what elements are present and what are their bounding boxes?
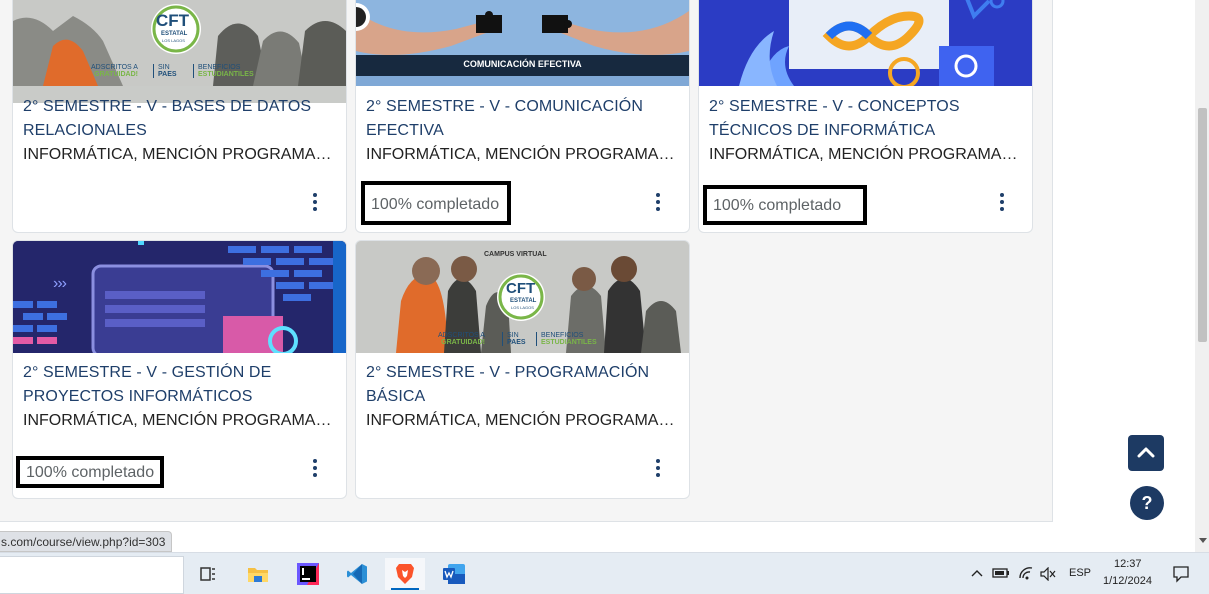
course-card[interactable]: 2° SEMESTRE - V - CONCEPTOS TÉCNICOS DE …: [698, 0, 1033, 233]
course-image[interactable]: COMUNICACIÓN EFECTIVA: [356, 0, 689, 86]
file-explorer-icon[interactable]: [238, 558, 278, 590]
kebab-icon[interactable]: [653, 459, 663, 477]
course-title[interactable]: 2° SEMESTRE - V - PROGRAMACIÓN BÁSICA: [366, 361, 678, 409]
chevron-up-icon[interactable]: [971, 568, 983, 578]
cft-logo-sub2: LOS LAGOS: [511, 305, 534, 310]
intellij-icon[interactable]: [288, 558, 328, 590]
taskbar: ESP 12:37 1/12/2024: [0, 552, 1209, 594]
cft-logo-text: CFT: [506, 280, 536, 297]
course-card[interactable]: COMUNICACIÓN EFECTIVA 2° SEMESTRE - V - …: [355, 0, 690, 233]
course-title[interactable]: 2° SEMESTRE - V - GESTIÓN DE PROYECTOS I…: [23, 361, 335, 409]
kebab-icon[interactable]: [653, 193, 663, 211]
word-icon[interactable]: [434, 558, 474, 590]
clock-date[interactable]: 1/12/2024: [1103, 575, 1152, 587]
course-category: INFORMÁTICA, MENCIÓN PROGRAMACIÓN: [366, 412, 678, 429]
kebab-icon[interactable]: [310, 193, 320, 211]
cft-logo-text: CFT: [156, 11, 190, 30]
course-progress: 100% completado: [361, 181, 511, 225]
status-bar-url: s.com/course/view.php?id=303: [0, 531, 173, 552]
course-overview-page: CFT ESTATAL LOS LAGOS ADSCRITOS A GRATUI…: [0, 0, 1053, 522]
course-category: INFORMÁTICA, MENCIÓN PROGRAMACIÓN: [23, 412, 335, 429]
kebab-icon[interactable]: [997, 193, 1007, 211]
chevrons-icon: ›››: [53, 275, 67, 292]
footer-paes: SIN PAES: [153, 64, 177, 78]
footer-gratuidad: ADSCRITOS A GRATUIDAD!: [91, 64, 138, 78]
campus-virtual-header: CAMPUS VIRTUAL: [484, 251, 547, 258]
speaker-muted-icon[interactable]: [1040, 567, 1056, 581]
course-image-banner: COMUNICACIÓN EFECTIVA: [463, 59, 582, 69]
course-progress: 100% completado: [16, 456, 164, 488]
clock-time[interactable]: 12:37: [1114, 558, 1142, 570]
language-indicator[interactable]: ESP: [1069, 567, 1091, 579]
taskbar-search-box[interactable]: [0, 556, 184, 594]
kebab-icon[interactable]: [310, 459, 320, 477]
course-image[interactable]: ›››: [13, 241, 346, 353]
scrollbar-thumb[interactable]: [1198, 108, 1207, 342]
cft-logo-sub2: LOS LAGOS: [162, 38, 185, 43]
cft-logo-sub: ESTATAL: [161, 31, 188, 37]
scroll-down-arrow-icon[interactable]: [1199, 538, 1207, 543]
course-title[interactable]: 2° SEMESTRE - V - BASES DE DATOS RELACIO…: [23, 95, 335, 143]
footer-beneficios: BENEFICIOS ESTUDIANTILES: [536, 332, 597, 346]
course-category: INFORMÁTICA, MENCIÓN PROGRAMACIÓN: [23, 146, 335, 163]
footer-gratuidad: ADSCRITOS A GRATUIDAD!: [438, 332, 485, 346]
brave-icon[interactable]: [385, 558, 425, 590]
footer-paes: SIN PAES: [502, 332, 526, 346]
course-title[interactable]: 2° SEMESTRE - V - COMUNICACIÓN EFECTIVA: [366, 95, 678, 143]
cft-logo-sub: ESTATAL: [510, 298, 537, 304]
course-category: INFORMÁTICA, MENCIÓN PROGRAMACIÓN: [366, 146, 678, 163]
battery-icon[interactable]: [992, 567, 1010, 579]
course-image[interactable]: CAMPUS VIRTUAL CFT ESTATAL LOS LAGOS ADS…: [356, 241, 689, 353]
course-category: INFORMÁTICA, MENCIÓN PROGRAMACIÓN: [709, 146, 1021, 163]
wifi-icon[interactable]: [1018, 567, 1034, 581]
chevron-up-icon: [1137, 447, 1155, 458]
course-image[interactable]: CFT ESTATAL LOS LAGOS ADSCRITOS A GRATUI…: [13, 0, 346, 103]
course-card[interactable]: CAMPUS VIRTUAL CFT ESTATAL LOS LAGOS ADS…: [355, 240, 690, 499]
footer-beneficios: BENEFICIOS ESTUDIANTILES: [193, 64, 254, 78]
course-progress: 100% completado: [703, 185, 867, 225]
course-title[interactable]: 2° SEMESTRE - V - CONCEPTOS TÉCNICOS DE …: [709, 95, 1021, 143]
course-card[interactable]: CFT ESTATAL LOS LAGOS ADSCRITOS A GRATUI…: [12, 0, 347, 233]
help-button[interactable]: ?: [1130, 486, 1164, 520]
course-image[interactable]: [699, 0, 1032, 86]
back-to-top-button[interactable]: [1128, 435, 1164, 471]
vscode-icon[interactable]: [337, 558, 377, 590]
course-card[interactable]: ››› 2° SEMESTRE - V - GESTIÓN DE PROYECT…: [12, 240, 347, 499]
notification-icon[interactable]: [1172, 565, 1190, 583]
task-view-icon[interactable]: [188, 558, 228, 590]
